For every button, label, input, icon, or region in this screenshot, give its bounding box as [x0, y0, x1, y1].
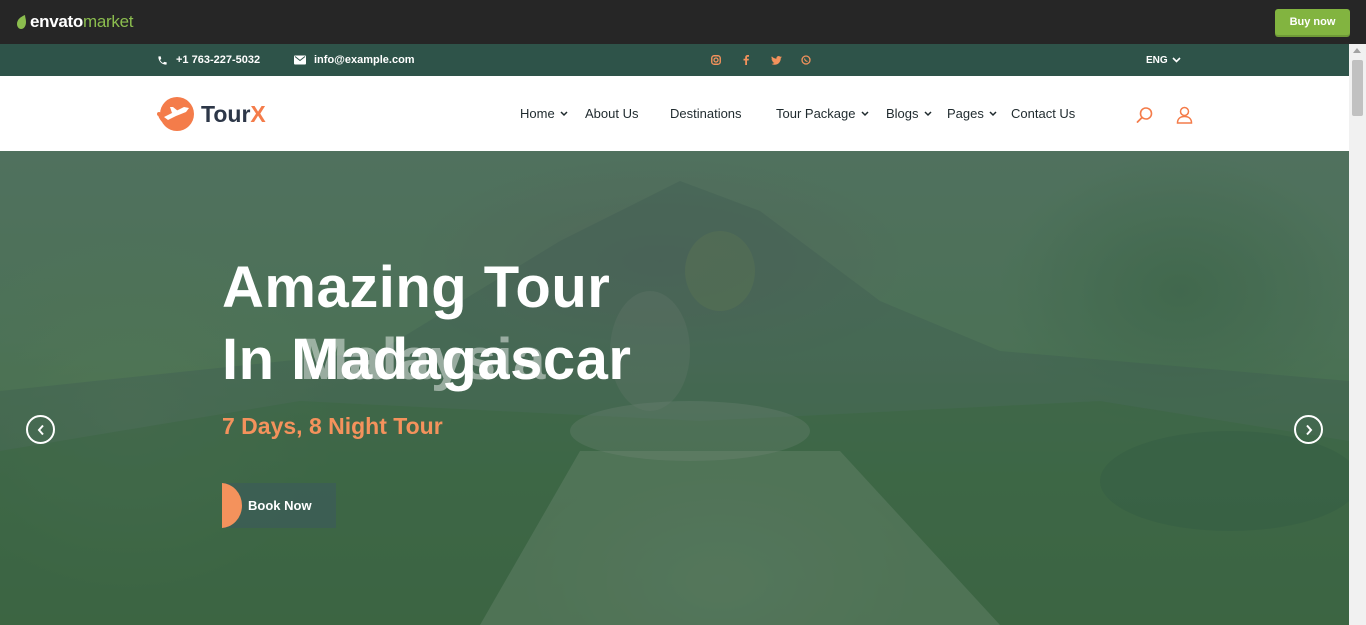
chevron-down-icon [989, 110, 997, 116]
scroll-up-arrow[interactable] [1353, 48, 1361, 53]
slider-next-button[interactable] [1294, 415, 1323, 444]
chevron-down-icon [1172, 57, 1181, 63]
chevron-right-icon [1305, 424, 1312, 435]
email-address: info@example.com [314, 54, 415, 66]
language-selector[interactable]: ENG [1146, 44, 1181, 76]
book-now-button[interactable]: Book Now [222, 483, 336, 528]
leaf-icon [17, 15, 26, 29]
hero-subtitle: 7 Days, 8 Night Tour [222, 413, 443, 439]
topbar: +1 763-227-5032 info@example.com ENG [0, 44, 1349, 76]
facebook-icon[interactable] [740, 52, 752, 68]
hero-title-line-2: In Madagascar [222, 327, 632, 392]
twitter-icon[interactable] [770, 52, 782, 68]
language-label: ENG [1146, 54, 1168, 66]
brand-logo[interactable]: TourX [156, 95, 266, 133]
instagram-icon[interactable] [710, 52, 722, 68]
nav-destinations[interactable]: Destinations [670, 106, 742, 121]
book-now-label: Book Now [248, 498, 312, 513]
nav-tour-package[interactable]: Tour Package [776, 106, 869, 121]
chevron-down-icon [860, 110, 869, 116]
nav-pages[interactable]: Pages [947, 106, 997, 121]
social-links [710, 52, 812, 68]
nav-home[interactable]: Home [520, 106, 568, 121]
nav-blogs[interactable]: Blogs [886, 106, 932, 121]
email-contact[interactable]: info@example.com [294, 44, 415, 76]
tourx-logo-icon [157, 97, 194, 131]
search-icon[interactable] [1136, 106, 1154, 124]
phone-number: +1 763-227-5032 [176, 54, 261, 66]
nav-about-us[interactable]: About Us [585, 106, 638, 121]
chevron-left-icon [37, 424, 44, 435]
nav-contact-us[interactable]: Contact Us [1011, 106, 1075, 121]
nav-destinations-label: Destinations [670, 106, 742, 121]
nav-pages-label: Pages [947, 106, 984, 121]
brand-name: TourX [201, 101, 266, 128]
whatsapp-icon[interactable] [800, 52, 812, 68]
nav-home-label: Home [520, 106, 555, 121]
hero-slider: Malaysia Amazing Tour In Madagascar 7 Da… [0, 151, 1349, 625]
mail-icon [294, 55, 306, 65]
envato-logo[interactable]: envato market [16, 12, 133, 32]
hero-title-line-1: Amazing Tour [222, 255, 611, 320]
envato-word: envato [30, 12, 83, 31]
envato-bar: envato market Buy now [0, 0, 1366, 44]
page-scrollbar[interactable] [1349, 44, 1366, 625]
brand-main: Tour [201, 100, 251, 127]
nav-about-us-label: About Us [585, 106, 639, 121]
phone-contact[interactable]: +1 763-227-5032 [157, 44, 260, 76]
market-word: market [83, 12, 134, 31]
chevron-down-icon [924, 110, 932, 116]
buy-now-button[interactable]: Buy now [1275, 9, 1350, 35]
scroll-thumb[interactable] [1352, 60, 1363, 116]
nav-tour-package-label: Tour Package [776, 106, 856, 121]
nav-blogs-label: Blogs [886, 106, 919, 121]
hero-title: Amazing Tour In Madagascar [222, 252, 631, 396]
phone-icon [158, 55, 167, 65]
nav-contact-us-label: Contact Us [1011, 106, 1076, 121]
chevron-down-icon [560, 110, 568, 116]
user-icon[interactable] [1176, 106, 1193, 124]
slider-prev-button[interactable] [26, 415, 55, 444]
hero-overlay [0, 151, 1349, 625]
brand-accent: X [250, 100, 266, 127]
